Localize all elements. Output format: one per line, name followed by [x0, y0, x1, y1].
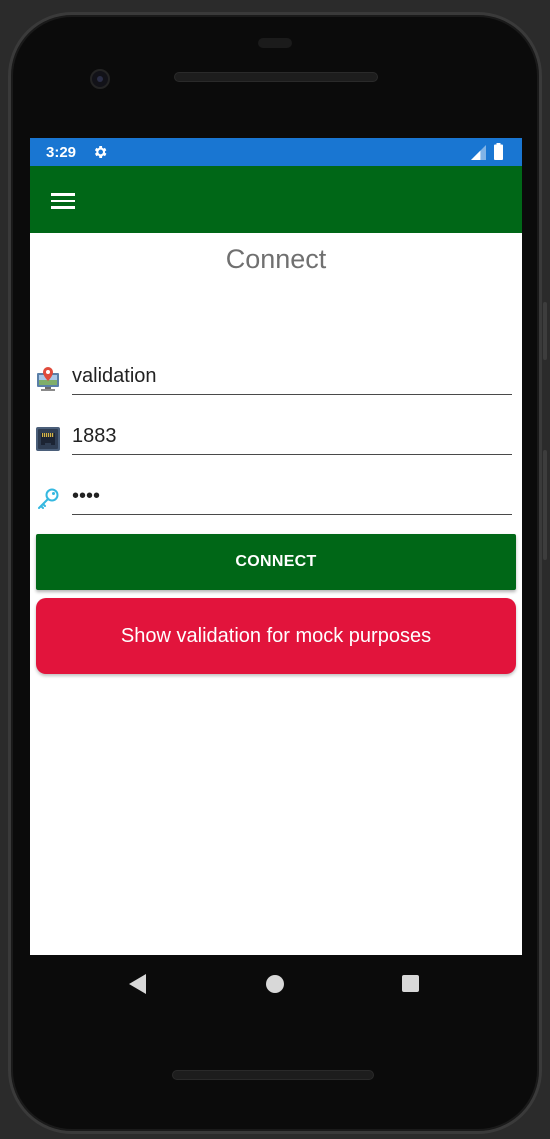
battery-icon	[494, 143, 503, 160]
gear-icon	[94, 146, 107, 158]
home-circle-icon[interactable]	[266, 975, 284, 993]
front-camera	[90, 69, 110, 89]
bottom-speaker-grille	[172, 1070, 374, 1080]
status-time: 3:29	[46, 144, 77, 161]
page-title: Connect	[225, 244, 327, 274]
status-bar: 3:29	[30, 138, 522, 166]
cell-signal-icon	[471, 145, 486, 160]
key-icon	[38, 488, 59, 509]
show-validation-button[interactable]: Show validation for mock purposes	[36, 598, 516, 674]
earpiece	[258, 38, 292, 48]
password-field-row	[36, 479, 512, 519]
port-field-row	[36, 419, 512, 459]
recents-square-icon[interactable]	[402, 975, 419, 992]
port-input[interactable]	[72, 421, 512, 455]
host-input[interactable]	[72, 361, 512, 395]
connect-button[interactable]: CONNECT	[36, 534, 516, 590]
back-triangle-icon[interactable]	[128, 973, 148, 995]
host-field-row	[36, 359, 512, 399]
app-bar	[30, 166, 522, 233]
hamburger-menu-icon[interactable]	[50, 190, 76, 210]
system-nav-bar	[30, 955, 522, 1015]
server-location-icon	[37, 367, 59, 391]
ethernet-port-icon	[36, 427, 60, 451]
volume-button	[543, 450, 547, 560]
top-speaker-grille	[174, 72, 378, 82]
password-input[interactable]	[72, 481, 512, 515]
power-button	[543, 302, 547, 360]
screen: 3:29 Connect validation 1883 CONNECT Sho…	[30, 138, 522, 955]
